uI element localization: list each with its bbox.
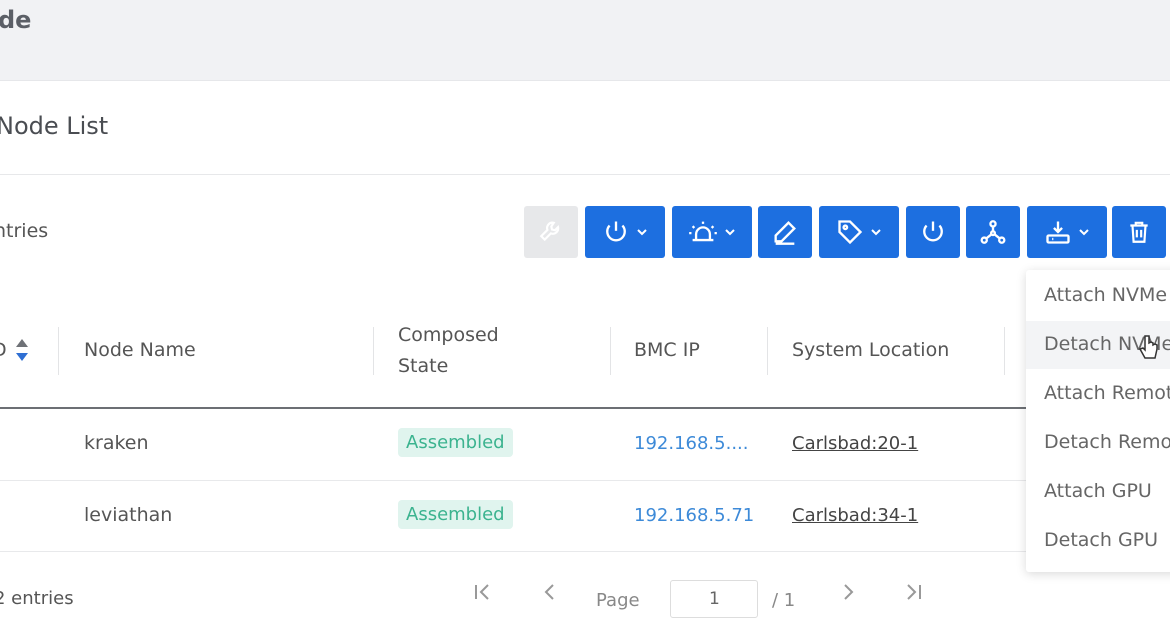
menu-item-detach-remote[interactable]: Detach Remote	[1026, 419, 1170, 467]
column-separator	[373, 327, 374, 375]
row-divider	[0, 480, 1030, 481]
power-button[interactable]	[906, 206, 960, 258]
tag-button[interactable]	[819, 206, 899, 258]
network-nodes-icon	[980, 220, 1006, 244]
status-badge: Assembled	[398, 500, 513, 529]
status-badge: Assembled	[398, 428, 513, 457]
chevron-right-icon	[844, 584, 854, 600]
column-separator	[610, 327, 611, 375]
maintenance-button[interactable]	[524, 206, 578, 258]
page-title: de	[0, 6, 32, 34]
column-separator	[767, 327, 768, 375]
beacon-light-icon	[689, 221, 717, 242]
entries-count: 2 entries	[0, 588, 74, 609]
chevron-down-icon	[871, 229, 881, 236]
column-header-node-name[interactable]: Node Name	[84, 339, 196, 361]
node-name-cell: leviathan	[84, 504, 173, 526]
power-icon	[923, 221, 943, 242]
row-divider	[0, 551, 1030, 552]
menu-item-detach-gpu[interactable]: Detach GPU	[1026, 517, 1170, 565]
attach-devices-button[interactable]	[1027, 206, 1107, 258]
indicator-led-button[interactable]	[672, 206, 752, 258]
column-separator	[58, 327, 59, 375]
last-page-icon	[907, 584, 921, 600]
entries-selector-label: ntries	[0, 220, 49, 242]
trash-icon	[1130, 221, 1148, 243]
table-header-underline	[0, 407, 1030, 409]
tag-icon	[838, 220, 863, 245]
system-location-link[interactable]: Carlsbad:20-1	[792, 433, 918, 454]
edit-button[interactable]	[758, 206, 812, 258]
page-number-input[interactable]: 1	[670, 580, 758, 618]
sort-column-header[interactable]: D	[0, 339, 7, 361]
pencil-icon	[774, 221, 796, 245]
attach-device-icon	[1046, 221, 1070, 244]
column-separator	[1004, 327, 1005, 375]
bmc-ip-link[interactable]: 192.168.5.71	[634, 505, 754, 526]
last-page-button[interactable]	[902, 580, 926, 609]
column-header-composed-state[interactable]: Composed	[398, 324, 499, 346]
next-page-button[interactable]	[836, 580, 860, 609]
column-header-bmc-ip[interactable]: BMC IP	[634, 339, 700, 361]
chevron-down-icon	[637, 229, 647, 236]
power-icon	[606, 221, 626, 242]
panel-divider	[0, 174, 1170, 175]
system-location-link[interactable]: Carlsbad:34-1	[792, 505, 918, 526]
wrench-icon	[539, 221, 560, 242]
chevron-down-icon	[1079, 229, 1089, 236]
delete-button[interactable]	[1112, 206, 1166, 258]
column-header-system-location[interactable]: System Location	[792, 339, 949, 361]
power-actions-button[interactable]	[585, 206, 665, 258]
node-name-cell: kraken	[84, 432, 149, 454]
page-total: / 1	[772, 590, 796, 611]
compose-button[interactable]	[966, 206, 1020, 258]
first-page-button[interactable]	[470, 580, 494, 609]
sort-icon[interactable]	[14, 337, 30, 363]
top-header-bar: de	[0, 0, 1170, 81]
page-number-value: 1	[709, 589, 720, 609]
chevron-down-icon	[725, 229, 735, 236]
chevron-left-icon	[544, 584, 554, 600]
mouse-pointer-icon	[1138, 335, 1158, 359]
column-header-composed-state-line2[interactable]: State	[398, 355, 448, 377]
previous-page-button[interactable]	[538, 580, 562, 609]
page-label: Page	[596, 590, 640, 611]
bmc-ip-link[interactable]: 192.168.5....	[634, 433, 749, 454]
attach-devices-dropdown-menu: Attach NVMe Detach NVMe Attach Remote De…	[1026, 270, 1170, 572]
menu-item-attach-remote[interactable]: Attach Remote	[1026, 370, 1170, 418]
panel-title: Node List	[0, 112, 109, 140]
menu-item-attach-nvme[interactable]: Attach NVMe	[1026, 272, 1170, 320]
first-page-icon	[475, 584, 489, 600]
menu-item-attach-gpu[interactable]: Attach GPU	[1026, 468, 1170, 516]
